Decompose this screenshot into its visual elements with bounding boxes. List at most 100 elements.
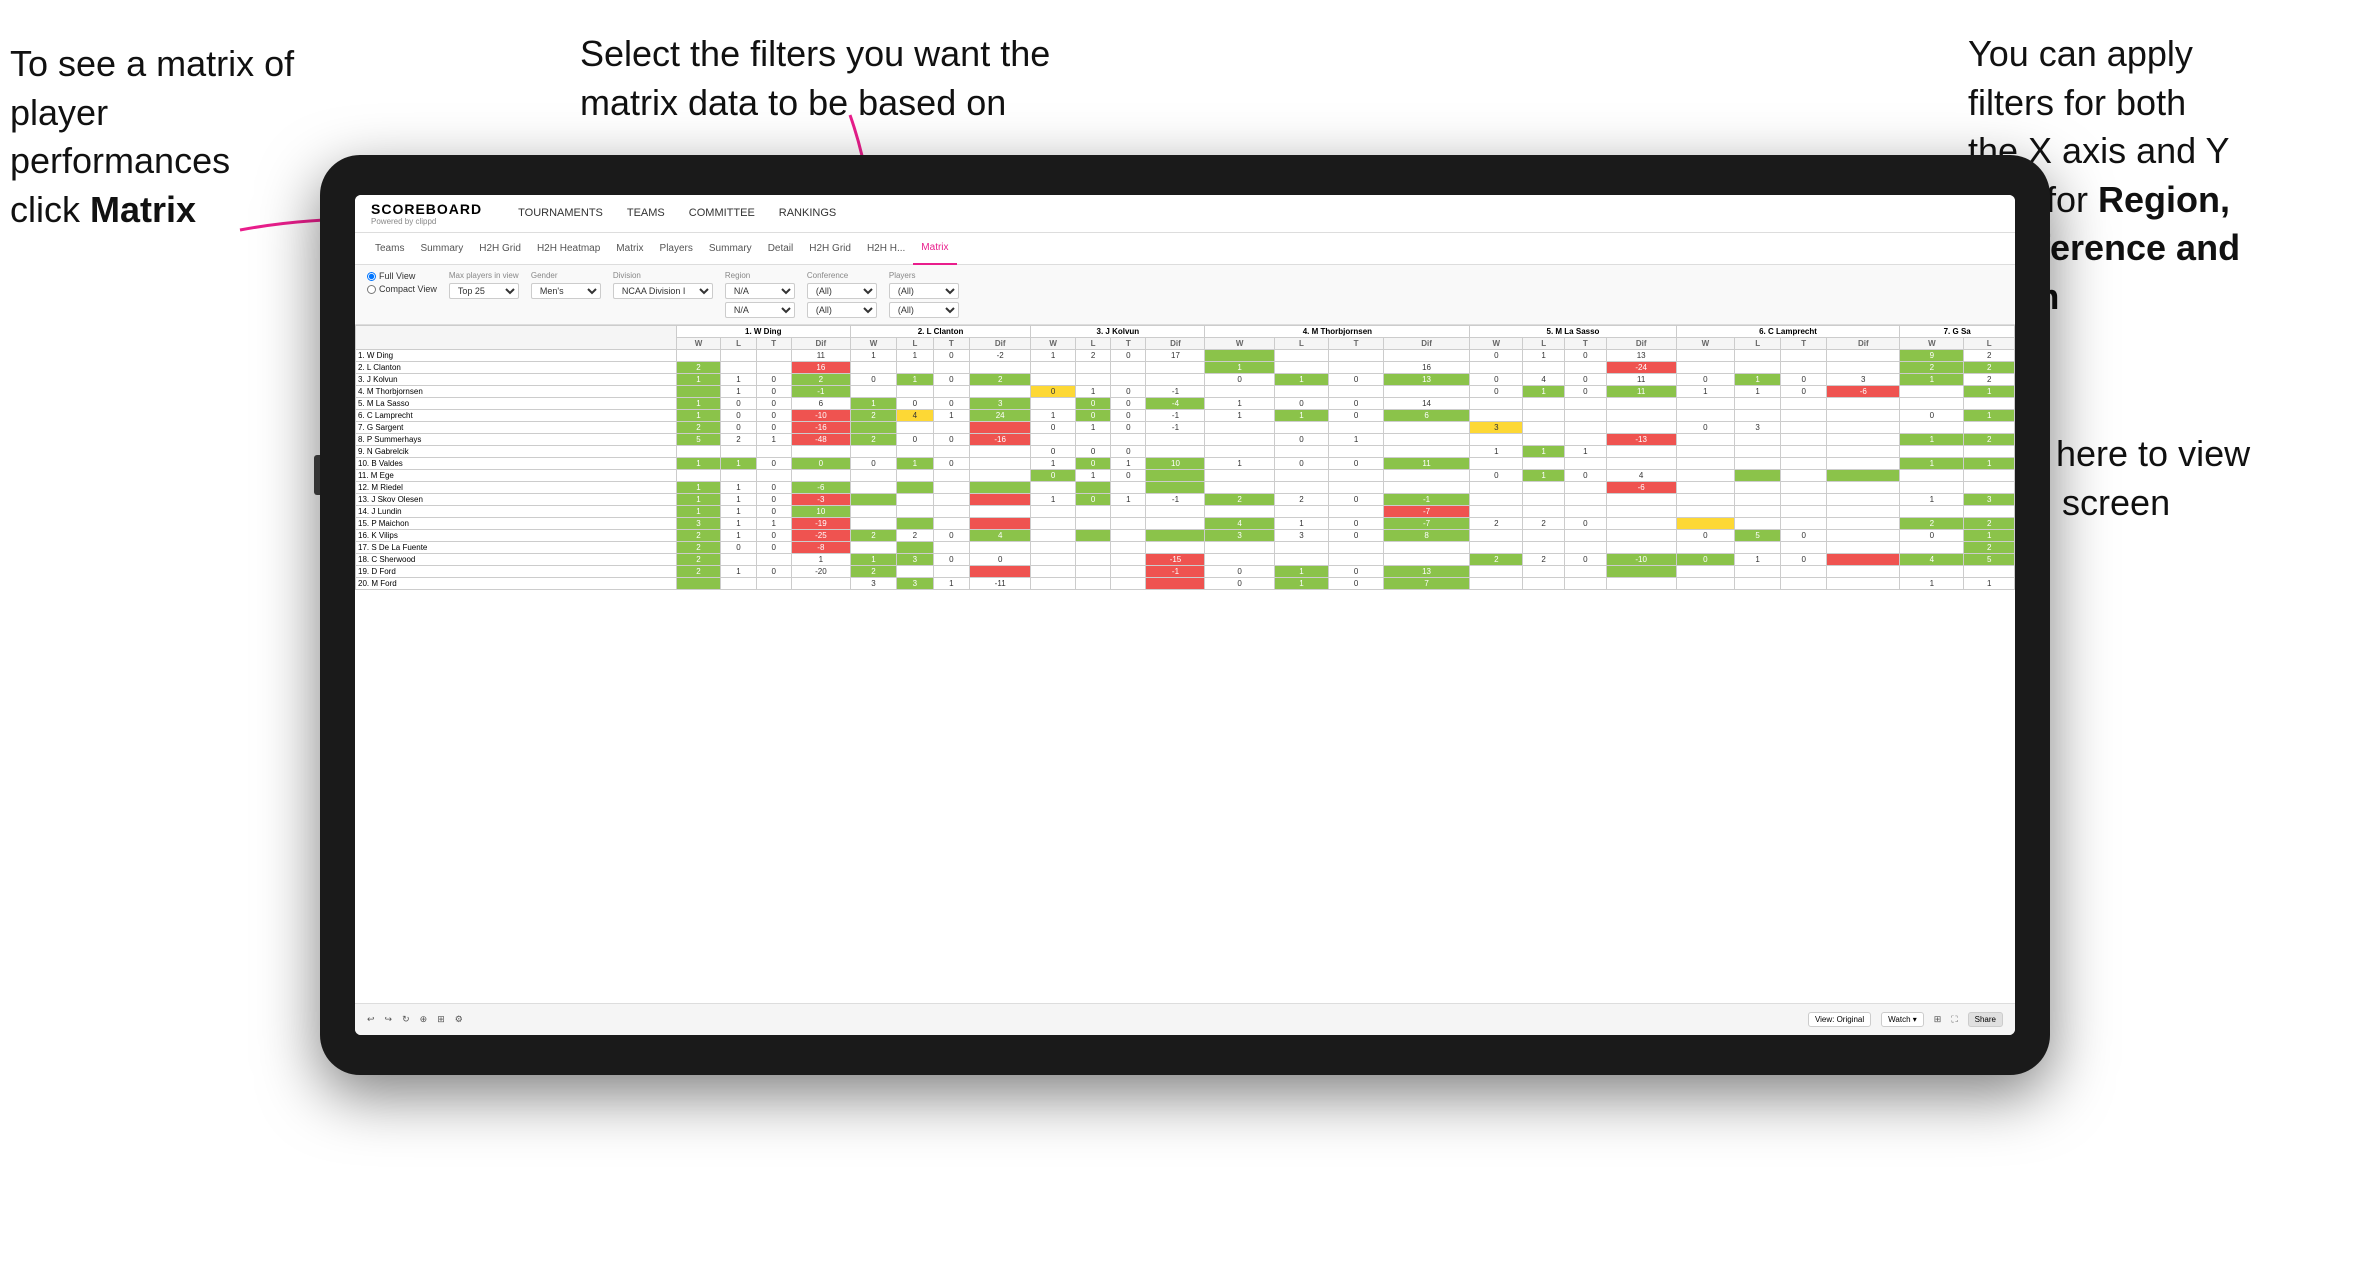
matrix-cell: 1 [1076, 470, 1111, 482]
division-select[interactable]: NCAA Division I [613, 283, 713, 299]
toolbar-icon2[interactable]: ⛶ [1951, 1014, 1957, 1025]
matrix-cell [1146, 506, 1205, 518]
matrix-cell [1146, 362, 1205, 374]
nav-committee[interactable]: COMMITTEE [677, 195, 767, 233]
matrix-cell [676, 470, 721, 482]
matrix-cell [1606, 458, 1676, 470]
matrix-cell: 1 [1031, 410, 1076, 422]
toolbar-settings[interactable]: ⚙ [455, 1014, 463, 1025]
toolbar-undo[interactable]: ↩ [367, 1014, 375, 1025]
table-row: 11. M Ege0100104 [356, 470, 2015, 482]
watch-button[interactable]: Watch ▾ [1881, 1012, 1924, 1027]
region-select-1[interactable]: N/A [725, 283, 795, 299]
matrix-cell: 0 [1676, 530, 1735, 542]
matrix-cell [1676, 458, 1735, 470]
matrix-cell [1781, 470, 1827, 482]
matrix-cell [970, 446, 1031, 458]
matrix-container[interactable]: 1. W Ding 2. L Clanton 3. J Kolvun 4. M … [355, 325, 2015, 1003]
subnav-summary[interactable]: Summary [412, 233, 471, 265]
subnav-teams[interactable]: Teams [367, 233, 412, 265]
matrix-cell: 1 [1076, 386, 1111, 398]
matrix-cell: 0 [1781, 554, 1827, 566]
matrix-cell: -10 [1606, 554, 1676, 566]
matrix-cell [1470, 434, 1523, 446]
toolbar-icon1[interactable]: ⊞ [1934, 1014, 1942, 1025]
matrix-cell [1329, 482, 1384, 494]
matrix-cell: 3 [676, 518, 721, 530]
max-players-filter: Max players in view Top 25 [449, 271, 519, 299]
nav-rankings[interactable]: RANKINGS [767, 195, 848, 233]
matrix-cell: 0 [756, 530, 791, 542]
matrix-cell [1076, 434, 1111, 446]
matrix-cell: 0 [756, 566, 791, 578]
matrix-cell [1900, 398, 1964, 410]
matrix-cell: 1 [756, 518, 791, 530]
matrix-cell [1781, 506, 1827, 518]
matrix-cell [1205, 422, 1274, 434]
matrix-cell: 1 [1031, 494, 1076, 506]
matrix-cell: 3 [1735, 422, 1781, 434]
matrix-cell: 1 [850, 350, 896, 362]
nav-teams[interactable]: TEAMS [615, 195, 677, 233]
matrix-cell: 3 [897, 554, 933, 566]
player-col-header [356, 326, 677, 350]
matrix-cell [1606, 422, 1676, 434]
matrix-cell [970, 422, 1031, 434]
players-select-2[interactable]: (All) [889, 302, 959, 318]
subnav-players[interactable]: Players [652, 233, 701, 265]
matrix-cell [756, 446, 791, 458]
annotation-left: To see a matrix of player performances c… [10, 40, 330, 234]
gender-select[interactable]: Men's [531, 283, 601, 299]
conference-select-2[interactable]: (All) [807, 302, 877, 318]
matrix-cell [721, 362, 756, 374]
subnav-detail[interactable]: Detail [760, 233, 802, 265]
matrix-cell [933, 422, 969, 434]
matrix-cell: 0 [721, 542, 756, 554]
matrix-cell [970, 482, 1031, 494]
subnav-matrix[interactable]: Matrix [608, 233, 651, 265]
matrix-cell: 0 [1564, 554, 1606, 566]
toolbar-refresh[interactable]: ↻ [402, 1014, 410, 1025]
matrix-cell: 0 [1781, 530, 1827, 542]
subnav-matrix2[interactable]: Matrix [913, 233, 956, 265]
matrix-table: 1. W Ding 2. L Clanton 3. J Kolvun 4. M … [355, 325, 2015, 590]
subnav-h2h-heatmap[interactable]: H2H Heatmap [529, 233, 608, 265]
subnav-h2hh[interactable]: H2H H... [859, 233, 913, 265]
compact-view-radio[interactable]: Compact View [367, 284, 437, 294]
player-name-cell: 19. D Ford [356, 566, 677, 578]
matrix-cell: 1 [897, 350, 933, 362]
matrix-cell [1676, 506, 1735, 518]
region-select-2[interactable]: N/A [725, 302, 795, 318]
matrix-cell [1735, 518, 1781, 530]
conference-label: Conference [807, 271, 877, 280]
matrix-cell [721, 470, 756, 482]
table-row: 20. M Ford331-11010711 [356, 578, 2015, 590]
matrix-cell: 0 [721, 410, 756, 422]
max-players-select[interactable]: Top 25 [449, 283, 519, 299]
conference-select-1[interactable]: (All) [807, 283, 877, 299]
toolbar-redo[interactable]: ↪ [385, 1014, 393, 1025]
matrix-cell [1146, 578, 1205, 590]
toolbar-grid[interactable]: ⊞ [437, 1014, 445, 1025]
subnav-summary2[interactable]: Summary [701, 233, 760, 265]
nav-tournaments[interactable]: TOURNAMENTS [506, 195, 615, 233]
matrix-cell: 0 [1329, 374, 1384, 386]
matrix-cell: -1 [1146, 494, 1205, 506]
toolbar-zoom[interactable]: ⊕ [420, 1014, 428, 1025]
subnav-h2h-grid2[interactable]: H2H Grid [801, 233, 859, 265]
matrix-cell: 4 [1606, 470, 1676, 482]
matrix-cell: 4 [1900, 554, 1964, 566]
subnav-h2h-grid[interactable]: H2H Grid [471, 233, 529, 265]
matrix-cell [1606, 398, 1676, 410]
players-select-1[interactable]: (All) [889, 283, 959, 299]
matrix-cell: 1 [721, 482, 756, 494]
view-original-button[interactable]: View: Original [1808, 1012, 1871, 1027]
matrix-cell: 2 [1205, 494, 1274, 506]
players-label: Players [889, 271, 959, 280]
share-button[interactable]: Share [1968, 1012, 2003, 1027]
annotation-center: Select the filters you want the matrix d… [580, 30, 1060, 127]
matrix-cell [1383, 386, 1470, 398]
matrix-cell: 3 [1274, 530, 1329, 542]
matrix-cell [1205, 434, 1274, 446]
full-view-radio[interactable]: Full View [367, 271, 437, 281]
